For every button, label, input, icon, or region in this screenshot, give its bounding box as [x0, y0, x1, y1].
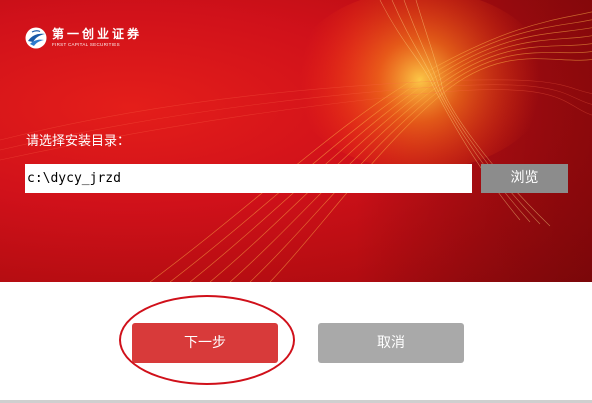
brand-text: 第一创业证券 FIRST CAPITAL SECURITIES: [52, 28, 142, 48]
cancel-button[interactable]: 取消: [318, 323, 464, 363]
header-banner: 第一创业证券 FIRST CAPITAL SECURITIES 请选择安装目录：…: [0, 0, 592, 282]
browse-button[interactable]: 浏览: [481, 164, 568, 193]
next-step-button[interactable]: 下一步: [132, 323, 278, 363]
install-path-input[interactable]: [25, 164, 472, 193]
brand-name-cn: 第一创业证券: [52, 27, 143, 42]
installer-window: 第一创业证券 FIRST CAPITAL SECURITIES 请选择安装目录：…: [0, 0, 592, 403]
footer-bar: [0, 282, 592, 403]
install-directory-label: 请选择安装目录：: [26, 134, 131, 149]
eagle-globe-icon: [25, 27, 47, 49]
brand-name-en: FIRST CAPITAL SECURITIES: [52, 42, 120, 48]
brand-logo: 第一创业证券 FIRST CAPITAL SECURITIES: [24, 24, 142, 52]
